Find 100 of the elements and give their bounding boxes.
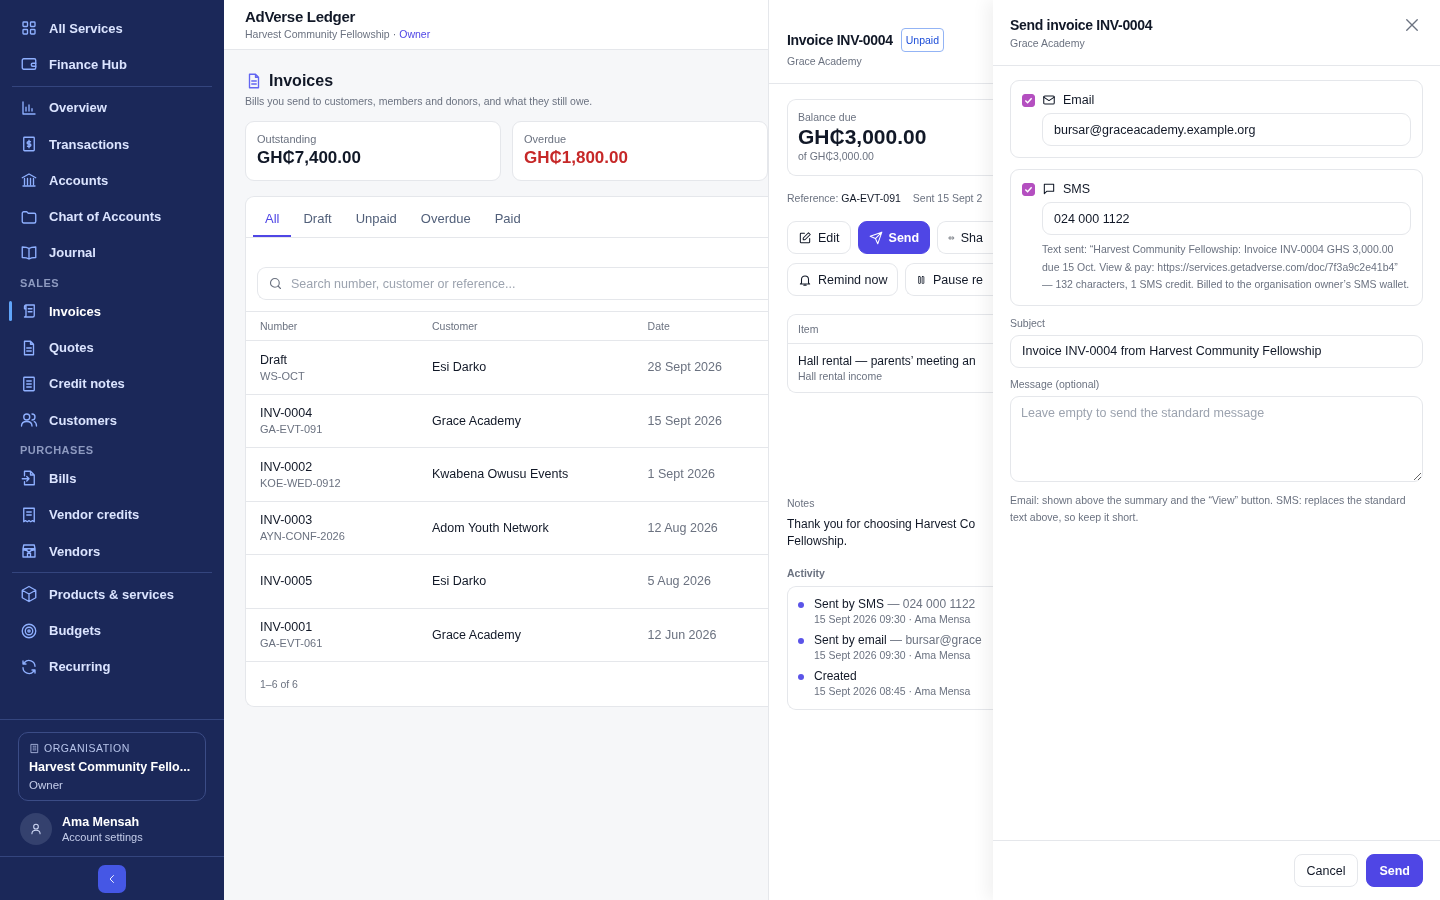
- sidebar-item[interactable]: Vendor credits: [10, 496, 214, 533]
- grid-icon: [20, 19, 38, 38]
- account-settings-link[interactable]: Account settings: [62, 831, 143, 843]
- invoice-date: 12 Jun 2026: [647, 627, 717, 642]
- invoice-date: 12 Aug 2026: [647, 520, 718, 535]
- box-icon: [20, 585, 38, 604]
- refresh-icon: [20, 657, 38, 676]
- role-label: Owner: [399, 28, 431, 40]
- timeline-dot: [798, 638, 804, 644]
- sms-preview-text: Text sent: “Harvest Community Fellowship: Invoice INV-0004 GHS 3,000.00 due 15 Oct. View & pay: https://services.getadverse.com/doc/7f3a9c2e41b4” — 132 characters, 1 SMS credit. Billed to the organisation owner’s SMS wallet.: [1042, 242, 1411, 292]
- reference-label: Reference:: [787, 192, 839, 204]
- organisation-label: ORGANISATION: [44, 742, 130, 754]
- invoice-total: of GH₵3,000.00: [798, 150, 875, 162]
- invoice-reference: WS-OCT: [260, 369, 306, 382]
- sidebar-item[interactable]: Vendors: [10, 532, 214, 570]
- balance-amount: GH₵3,000.00: [798, 125, 928, 149]
- action-button[interactable]: Send: [857, 221, 931, 254]
- action-button[interactable]: Edit: [787, 221, 851, 254]
- section-heading: PURCHASES: [19, 443, 95, 459]
- sidebar-item[interactable]: Accounts: [10, 162, 214, 199]
- page-description: Bills you send to customers, members and donors, and what they still owe.: [245, 95, 594, 107]
- input-field[interactable]: bursar@graceacademy.example.org: [1042, 113, 1411, 146]
- activity-title: Sent by SMS — 024 000 1122: [814, 597, 976, 611]
- invoice-number[interactable]: INV-0004: [260, 406, 404, 421]
- filter-tab[interactable]: Draft: [291, 197, 344, 237]
- sidebar-item[interactable]: Products & services: [10, 576, 214, 613]
- filter-tab[interactable]: Overdue: [408, 197, 483, 237]
- file-import-icon: [20, 469, 38, 488]
- sidebar-item[interactable]: Credit notes: [10, 365, 214, 402]
- customer-name: Grace Academy: [432, 627, 521, 642]
- sidebar-item[interactable]: Journal: [10, 234, 214, 272]
- checkbox[interactable]: [1022, 93, 1035, 107]
- receipt-icon: [20, 505, 38, 524]
- summary-label: Outstanding: [257, 133, 318, 145]
- sidebar-item[interactable]: Overview: [10, 89, 214, 126]
- invoice-number[interactable]: Draft: [260, 352, 404, 367]
- field-label: Message (optional): [1010, 377, 1101, 390]
- input-field[interactable]: 024 000 1122: [1042, 202, 1411, 235]
- app-title: AdVerse Ledger: [245, 8, 356, 25]
- invoice-number[interactable]: INV-0005: [260, 574, 404, 589]
- subject-field[interactable]: Invoice INV-0004 from Harvest Community Fellowship: [1010, 334, 1423, 368]
- invoice-date: 28 Sept 2026: [647, 360, 722, 375]
- invoice-number[interactable]: INV-0002: [260, 459, 404, 474]
- checkbox[interactable]: [1022, 182, 1035, 196]
- invoice-reference: AYN-CONF-2026: [260, 530, 346, 543]
- customer-name: Esi Darko: [432, 360, 487, 375]
- filter-tab[interactable]: Unpaid: [343, 197, 409, 237]
- activity-meta: 15 Sept 2026 09:30 · Ama Mensa: [814, 649, 972, 661]
- channel-label: Email: [1063, 93, 1095, 107]
- organisation-name: Harvest Community Fellowship: [245, 28, 390, 40]
- sidebar-item[interactable]: Transactions: [10, 125, 214, 163]
- invoice-reference: GA-EVT-061: [260, 637, 324, 650]
- notes-text: Thank you for choosing Harvest Co: [787, 516, 977, 533]
- summary-amount: GH₵1,800.00: [524, 148, 629, 168]
- user-icon: [29, 822, 43, 836]
- organisation-card[interactable]: ORGANISATION Harvest Community Fello... Owner: [18, 732, 206, 801]
- action-button[interactable]: Pause re: [905, 263, 993, 296]
- timeline-dot: [798, 602, 804, 608]
- store-icon: [20, 542, 38, 560]
- filter-tab[interactable]: All: [253, 197, 292, 237]
- summary-label: Overdue: [524, 133, 568, 145]
- search-field[interactable]: Search number, customer or reference...: [257, 267, 768, 300]
- section-heading: SALES: [19, 276, 61, 292]
- organisation-role: Owner: [29, 779, 64, 791]
- page-title: Invoices: [269, 72, 334, 90]
- list-document-icon: [20, 374, 38, 393]
- cancel-button[interactable]: Cancel: [1293, 854, 1359, 887]
- action-button[interactable]: Sha: [937, 221, 993, 254]
- activity-title: Sent by email — bursar@grace: [814, 633, 982, 647]
- filter-tab[interactable]: Paid: [482, 197, 533, 237]
- invoice-title: Invoice INV-0004: [787, 32, 893, 48]
- help-text: Email: shown above the summary and the “View” button. SMS: replaces the standard text above, so keep it short.: [1010, 492, 1407, 525]
- sidebar-item[interactable]: Budgets: [10, 612, 214, 649]
- sidebar-item[interactable]: All Services: [10, 10, 214, 47]
- avatar[interactable]: [20, 813, 52, 845]
- dialog-title: Send invoice INV-0004: [1010, 17, 1153, 33]
- activity-label: Activity: [787, 567, 826, 579]
- sidebar-item[interactable]: Invoices: [10, 293, 214, 330]
- send-button[interactable]: Send: [1366, 854, 1423, 887]
- sidebar-item[interactable]: Recurring: [10, 648, 214, 686]
- sidebar-item[interactable]: Customers: [10, 401, 214, 439]
- activity-meta: 15 Sept 2026 08:45 · Ama Mensa: [814, 685, 971, 697]
- action-button[interactable]: Remind now: [787, 263, 899, 296]
- invoice-date: 5 Aug 2026: [647, 574, 711, 589]
- invoice-number[interactable]: INV-0003: [260, 513, 404, 528]
- channel-label: SMS: [1063, 182, 1091, 196]
- sidebar-item[interactable]: Bills: [10, 460, 214, 497]
- sidebar-item[interactable]: Quotes: [10, 329, 214, 366]
- building-icon: [29, 742, 40, 754]
- dialog-subtitle: Grace Academy: [1010, 37, 1086, 49]
- users-icon: [20, 411, 38, 430]
- message-field[interactable]: Leave empty to send the standard message: [1010, 395, 1423, 482]
- invoice-number[interactable]: INV-0001: [260, 620, 404, 635]
- send-icon: [868, 230, 883, 245]
- sidebar-item[interactable]: Chart of Accounts: [10, 198, 214, 235]
- collapse-button[interactable]: [98, 865, 126, 893]
- bank-icon: [20, 171, 38, 190]
- separator: ·: [392, 28, 397, 40]
- sidebar-item[interactable]: Finance Hub: [10, 46, 214, 83]
- check-icon: [1024, 184, 1033, 194]
